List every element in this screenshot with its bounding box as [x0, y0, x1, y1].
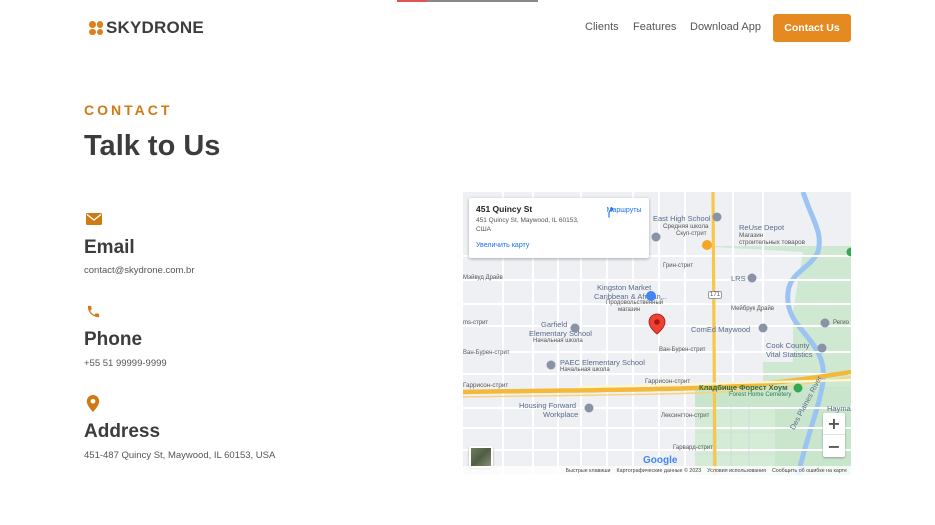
address-title: Address: [84, 421, 161, 442]
terms-link[interactable]: Условия использования: [707, 468, 766, 474]
envelope-icon: [86, 211, 102, 227]
embedded-map[interactable]: East High School Средняя школа ReUse Dep…: [463, 192, 851, 475]
map-info-card: 451 Quincy St 451 Quincy St, Maywood, IL…: [469, 198, 649, 258]
report-error-link[interactable]: Сообщить об ошибке на карте: [772, 468, 847, 474]
keyboard-shortcuts-link[interactable]: Быстрые клавиши: [566, 468, 611, 474]
directions-icon: [608, 207, 614, 218]
poi-marker-paec: [546, 360, 556, 370]
poi-marker-skup: [651, 232, 661, 242]
logo-text: SKYDRONE: [106, 18, 204, 37]
enlarge-map-link[interactable]: Увеличить карту: [476, 242, 529, 249]
directions-button[interactable]: Маршруты: [602, 206, 646, 218]
zoom-out-button[interactable]: −: [823, 435, 845, 457]
map-attribution-bar: Быстрые клавиши Картографические данные …: [463, 466, 851, 475]
email-title: Email: [84, 237, 135, 258]
map-card-address: 451 Quincy St, Maywood, IL 60153, США: [476, 217, 579, 233]
map-pin-icon: [86, 395, 102, 412]
phone-icon: [86, 304, 102, 320]
satellite-toggle-thumbnail[interactable]: [469, 446, 493, 468]
google-logo-text: Google: [643, 455, 678, 466]
poi-marker-park: [846, 247, 851, 257]
phone-title: Phone: [84, 329, 143, 350]
contact-us-button[interactable]: Contact Us: [773, 14, 851, 42]
nav-link-features[interactable]: Features: [633, 21, 676, 33]
poi-marker-kingston: [646, 291, 656, 301]
logo[interactable]: SKYDRONE: [89, 18, 204, 38]
poi-marker-comed: [758, 323, 768, 333]
page: SKYDRONE Clients Features Download App C…: [0, 0, 935, 525]
poi-marker-cemetery: [793, 383, 803, 393]
poi-marker-cook: [817, 343, 827, 353]
map-card-title: 451 Quincy St: [476, 204, 533, 214]
zoom-in-button[interactable]: +: [823, 413, 845, 435]
email-value[interactable]: contact@skydrone.com.br: [84, 265, 195, 276]
poi-marker-lrs: [747, 273, 757, 283]
poi-marker-housing: [584, 403, 594, 413]
page-title: Talk to Us: [84, 130, 221, 162]
poi-marker-region: [820, 318, 830, 328]
phone-value[interactable]: +55 51 99999-9999: [84, 358, 167, 369]
nav-link-download-app[interactable]: Download App: [690, 21, 761, 33]
zoom-controls: + −: [823, 413, 845, 457]
logo-mark-icon: [89, 21, 103, 35]
map-data-credit: Картографические данные © 2023: [616, 467, 702, 474]
address-value: 451-487 Quincy St, Maywood, IL 60153, US…: [84, 450, 276, 461]
section-eyebrow: CONTACT: [84, 102, 173, 118]
selected-location-pin: [648, 313, 666, 335]
poi-marker-garfield: [570, 323, 580, 333]
nav-link-clients[interactable]: Clients: [585, 21, 619, 33]
poi-marker-food: [702, 240, 712, 250]
top-scroll-indicator: [397, 0, 538, 2]
google-logo[interactable]: Google: [643, 455, 677, 466]
poi-marker-east-high: [712, 212, 722, 222]
